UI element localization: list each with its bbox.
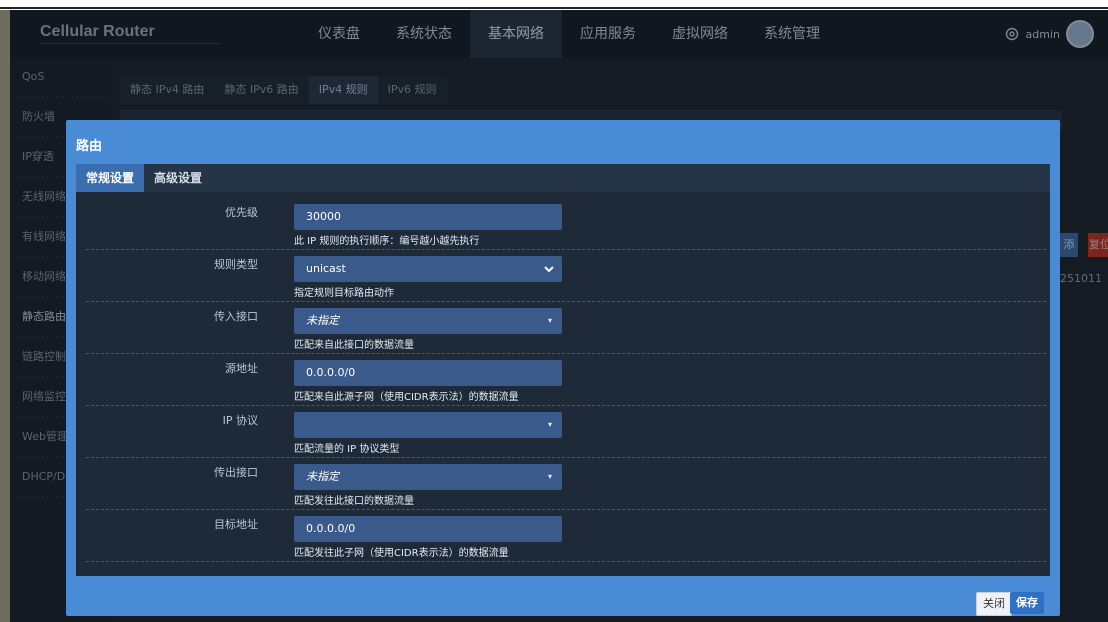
modal-title: 路由 bbox=[76, 139, 103, 154]
route-modal: 路由 常规设置 高级设置 优先级 30000 此 IP 规则的执行顺序：编号越小… bbox=[66, 120, 1060, 616]
rule-type-label: 规则类型 bbox=[214, 258, 258, 271]
modal-body: 常规设置 高级设置 优先级 30000 此 IP 规则的执行顺序：编号越小越先执… bbox=[76, 164, 1050, 576]
app-window: Cellular Router 仪表盘 系统状态 基本网络 应用服务 虚拟网络 … bbox=[10, 10, 1108, 622]
dropdown-arrow-icon: ▾ bbox=[547, 472, 552, 481]
dropdown-arrow-icon: ▾ bbox=[547, 316, 552, 325]
out-interface-help: 匹配发往此接口的数据流量 bbox=[294, 496, 414, 507]
destination-address-input[interactable]: 0.0.0.0/0 bbox=[294, 516, 562, 542]
rule-type-select[interactable]: unicast bbox=[294, 256, 562, 282]
close-button[interactable]: 关闭 bbox=[976, 592, 1012, 616]
rule-type-row: 规则类型 unicast 指定规则目标路由动作 bbox=[86, 250, 1046, 302]
priority-input[interactable]: 30000 bbox=[294, 204, 562, 230]
source-address-input[interactable]: 0.0.0.0/0 bbox=[294, 360, 562, 386]
source-address-row: 源地址 0.0.0.0/0 匹配来自此源子网（使用CIDR表示法）的数据流量 bbox=[86, 354, 1046, 406]
in-interface-select[interactable]: 未指定 ▾ bbox=[294, 308, 562, 334]
left-strip bbox=[0, 10, 10, 622]
top-border bbox=[0, 7, 1108, 9]
out-interface-value: 未指定 bbox=[306, 470, 339, 483]
destination-address-row: 目标地址 0.0.0.0/0 匹配发往此子网（使用CIDR表示法）的数据流量 bbox=[86, 510, 1046, 562]
source-address-label: 源地址 bbox=[225, 362, 258, 375]
destination-address-help: 匹配发往此子网（使用CIDR表示法）的数据流量 bbox=[294, 548, 509, 559]
modal-tabs: 常规设置 高级设置 bbox=[76, 164, 1050, 192]
rule-type-help: 指定规则目标路由动作 bbox=[294, 288, 394, 299]
screen: Cellular Router 仪表盘 系统状态 基本网络 应用服务 虚拟网络 … bbox=[0, 0, 1108, 622]
tab-advanced-settings[interactable]: 高级设置 bbox=[144, 164, 212, 192]
tab-general-settings[interactable]: 常规设置 bbox=[76, 164, 145, 192]
chevron-down-icon bbox=[544, 266, 554, 273]
destination-address-label: 目标地址 bbox=[214, 518, 258, 531]
in-interface-row: 传入接口 未指定 ▾ 匹配来自此接口的数据流量 bbox=[86, 302, 1046, 354]
save-button[interactable]: 保存 bbox=[1010, 592, 1044, 614]
in-interface-value: 未指定 bbox=[306, 314, 339, 327]
dropdown-arrow-icon: ▾ bbox=[547, 420, 552, 429]
route-form: 优先级 30000 此 IP 规则的执行顺序：编号越小越先执行 规则类型 uni… bbox=[86, 198, 1046, 574]
ip-protocol-help: 匹配流量的 IP 协议类型 bbox=[294, 444, 400, 455]
ip-protocol-select[interactable]: ▾ bbox=[294, 412, 562, 438]
in-interface-help: 匹配来自此接口的数据流量 bbox=[294, 340, 414, 351]
ip-protocol-row: IP 协议 ▾ 匹配流量的 IP 协议类型 bbox=[86, 406, 1046, 458]
rule-type-value: unicast bbox=[306, 262, 346, 275]
priority-label: 优先级 bbox=[225, 206, 258, 219]
priority-row: 优先级 30000 此 IP 规则的执行顺序：编号越小越先执行 bbox=[86, 198, 1046, 250]
in-interface-label: 传入接口 bbox=[214, 310, 258, 323]
priority-help: 此 IP 规则的执行顺序：编号越小越先执行 bbox=[294, 236, 480, 247]
out-interface-label: 传出接口 bbox=[214, 466, 258, 479]
out-interface-select[interactable]: 未指定 ▾ bbox=[294, 464, 562, 490]
source-address-help: 匹配来自此源子网（使用CIDR表示法）的数据流量 bbox=[294, 392, 519, 403]
ip-protocol-label: IP 协议 bbox=[222, 414, 258, 427]
out-interface-row: 传出接口 未指定 ▾ 匹配发往此接口的数据流量 bbox=[86, 458, 1046, 510]
